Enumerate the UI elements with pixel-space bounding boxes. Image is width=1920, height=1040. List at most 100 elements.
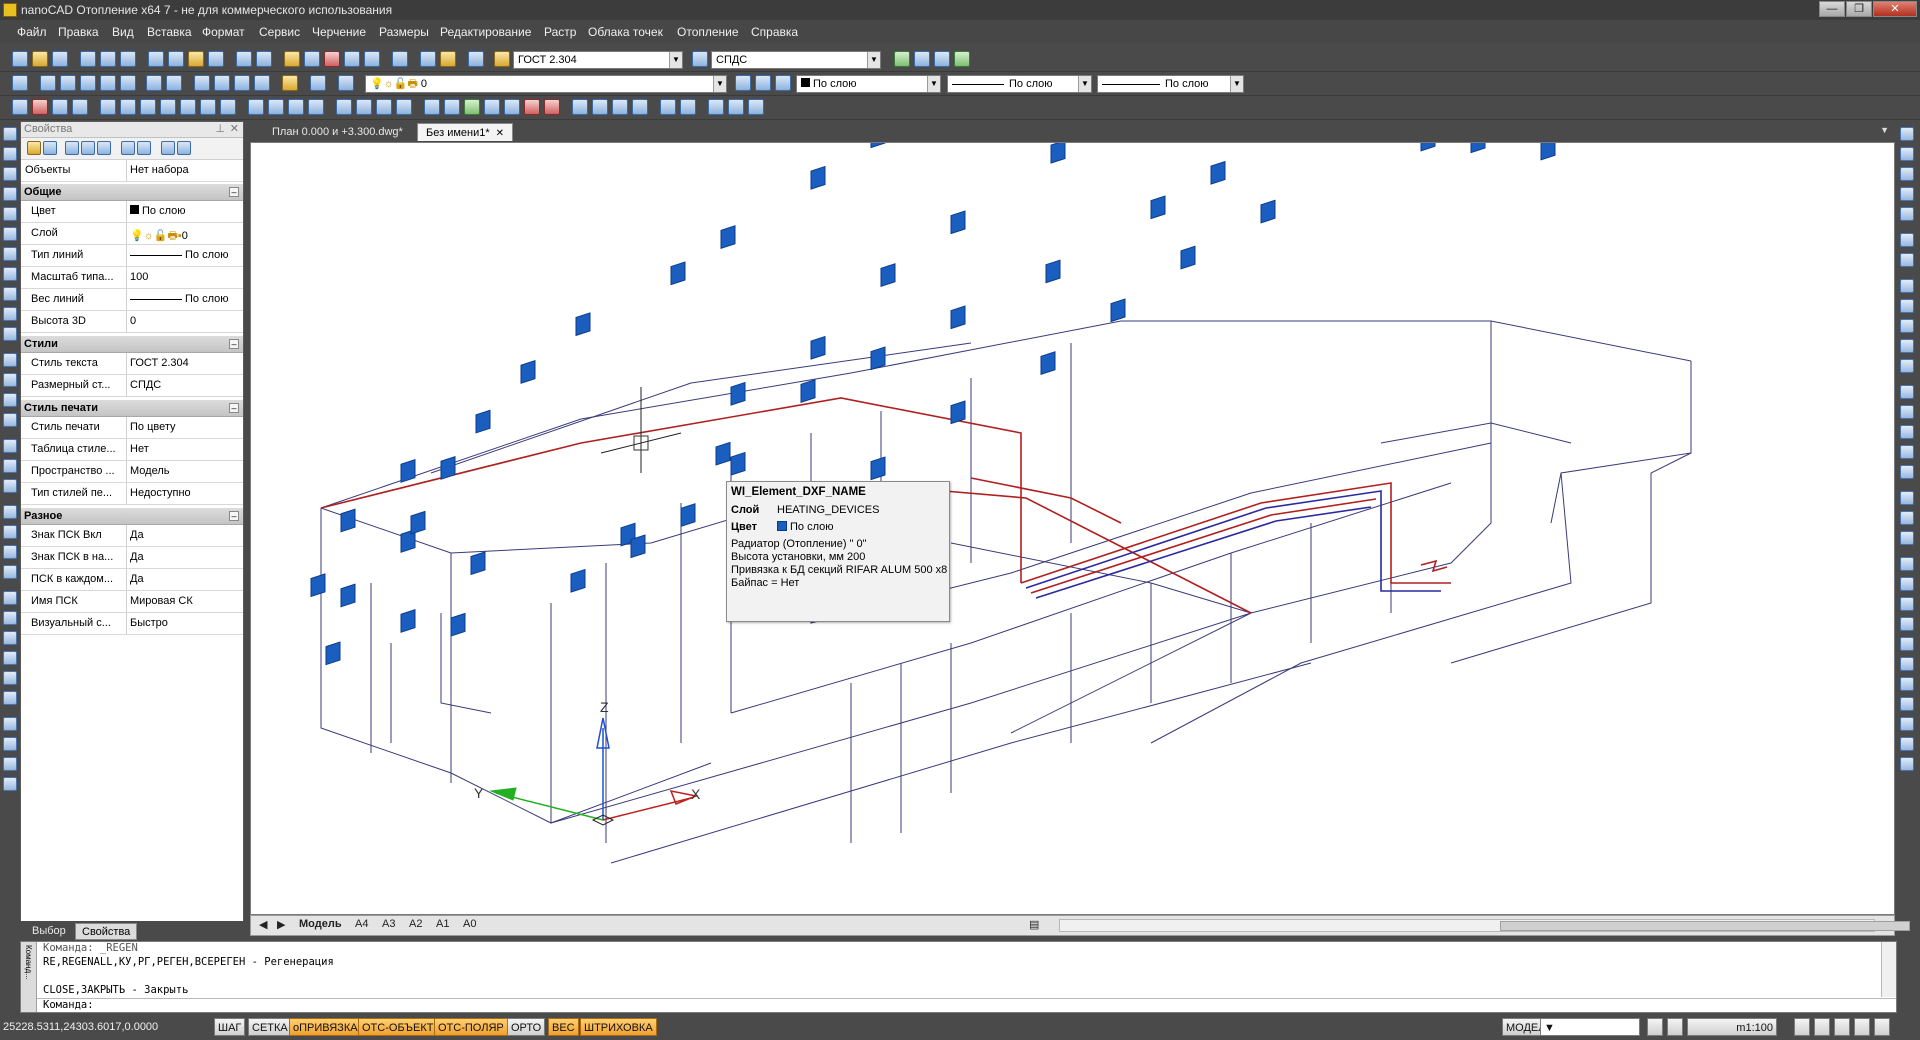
menu-format[interactable]: Формат — [202, 25, 245, 39]
scale-select[interactable]: m1:100 — [1687, 1018, 1777, 1036]
heating-table-icon[interactable] — [592, 99, 608, 115]
erase-icon[interactable] — [1900, 127, 1914, 141]
mirror-icon[interactable] — [1900, 167, 1914, 181]
snap-nearest-icon[interactable] — [254, 75, 270, 91]
text-style-icon[interactable] — [494, 51, 510, 67]
snap-insert-icon[interactable] — [194, 75, 210, 91]
menu-dimensions[interactable]: Размеры — [379, 25, 429, 39]
layer-previous-icon[interactable] — [735, 75, 751, 91]
status-orbit-icon[interactable] — [1834, 1018, 1850, 1036]
radiator-symbol[interactable] — [670, 261, 686, 286]
pin-icon[interactable]: ⊥ — [215, 122, 225, 137]
radiator-symbol[interactable] — [950, 400, 966, 425]
radiator-symbol[interactable] — [410, 510, 426, 535]
select-objects-icon[interactable] — [27, 141, 41, 155]
toggle-otrack[interactable]: ОТС-ОБЪЕКТ — [358, 1018, 438, 1036]
zoom-extents-icon[interactable] — [344, 51, 360, 67]
drawing-svg[interactable]: Z Y X — [251, 143, 1895, 915]
radiator-symbol[interactable] — [310, 573, 326, 598]
prop-ucs-origin[interactable]: Знак ПСК в на... Да — [21, 547, 243, 569]
heating-pump-icon[interactable] — [120, 99, 136, 115]
maximize-button[interactable]: ❐ — [1846, 1, 1872, 17]
3d-shade-icon[interactable] — [1900, 597, 1914, 611]
publish-icon[interactable] — [120, 51, 136, 67]
zoom-realtime-icon[interactable] — [304, 51, 320, 67]
radiator-symbol[interactable] — [325, 641, 341, 666]
wedge-icon[interactable] — [3, 611, 17, 625]
next-layout-icon[interactable]: ▶ — [277, 918, 285, 931]
preview-icon[interactable] — [100, 51, 116, 67]
cylinder-icon[interactable] — [3, 671, 17, 685]
menu-raster[interactable]: Растр — [544, 25, 576, 39]
dim-style-select[interactable]: СПДС ▼ — [711, 51, 881, 69]
edit-pline-icon[interactable] — [1900, 491, 1914, 505]
drawing-canvas[interactable]: Z Y X — [250, 142, 1895, 915]
scroll-thumb[interactable] — [1500, 921, 1910, 931]
box-icon[interactable] — [3, 591, 17, 605]
insert-block-icon[interactable] — [3, 353, 17, 367]
command-input[interactable]: Команда: — [37, 998, 1896, 1012]
trim-icon[interactable] — [1900, 339, 1914, 353]
torus-icon[interactable] — [3, 691, 17, 705]
command-window-handle[interactable]: Команд... — [21, 942, 37, 1012]
3d-sw-icon[interactable] — [1900, 757, 1914, 771]
array-icon[interactable] — [1900, 207, 1914, 221]
lineweight-select[interactable]: По слою ▼ — [1097, 75, 1244, 93]
extrude-icon[interactable] — [3, 717, 17, 731]
radiator-symbol[interactable] — [800, 379, 816, 403]
3d-front-icon[interactable] — [1900, 677, 1914, 691]
command-scrollbar[interactable] — [1881, 942, 1896, 997]
heating-return-icon[interactable] — [288, 99, 304, 115]
heating-info-icon[interactable] — [708, 99, 724, 115]
menu-insert[interactable]: Вставка — [147, 25, 192, 39]
heating-t1-icon[interactable] — [524, 99, 540, 115]
horizontal-scrollbar[interactable] — [1059, 919, 1910, 932]
status-fullscreen-icon[interactable] — [1854, 1018, 1870, 1036]
paste-icon[interactable] — [188, 51, 204, 67]
heating-disconnect-icon[interactable] — [444, 99, 460, 115]
open-file-icon[interactable] — [32, 51, 48, 67]
filter-icon[interactable] — [65, 141, 79, 155]
lock-icon[interactable] — [1647, 1018, 1663, 1036]
snap-intersection-icon[interactable] — [146, 75, 162, 91]
radiator-symbol[interactable] — [950, 210, 966, 235]
objects-row[interactable]: Объекты Нет набора — [21, 160, 243, 182]
panel-close-icon[interactable]: ✕ — [230, 122, 239, 137]
tab-a2[interactable]: A2 — [409, 918, 422, 930]
import-icon[interactable] — [137, 141, 151, 155]
prop-plot-type[interactable]: Тип стилей пе... Недоступно — [21, 483, 243, 505]
snap-none-icon[interactable] — [310, 75, 326, 91]
block-icon[interactable] — [914, 51, 930, 67]
section-plot-style[interactable]: Стиль печати – — [21, 400, 243, 417]
named-views-icon[interactable] — [392, 51, 408, 67]
menu-draw[interactable]: Черчение — [312, 25, 366, 39]
layout-menu-icon[interactable]: ▤ — [1029, 918, 1039, 931]
heating-floors-icon[interactable] — [72, 99, 88, 115]
zoom-window-icon[interactable] — [324, 51, 340, 67]
radiator-symbol[interactable] — [715, 441, 731, 466]
region-icon[interactable] — [3, 439, 17, 453]
radiator-symbol[interactable] — [520, 360, 536, 384]
offset-icon[interactable] — [1900, 187, 1914, 201]
radiator-symbol[interactable] — [575, 312, 591, 337]
polyline-icon[interactable] — [3, 167, 17, 181]
radiator-symbol[interactable] — [1540, 143, 1556, 161]
heating-collector-icon[interactable] — [140, 99, 156, 115]
tab-untitled[interactable]: Без имени1* ✕ — [417, 123, 514, 141]
heating-pipe-icon[interactable] — [268, 99, 284, 115]
match-properties-icon[interactable] — [208, 51, 224, 67]
funnel-icon[interactable] — [97, 141, 111, 155]
slice-icon[interactable] — [3, 757, 17, 771]
3d-back-icon[interactable] — [1900, 717, 1914, 731]
annotation-icon[interactable] — [1667, 1018, 1683, 1036]
zoom-previous-icon[interactable] — [364, 51, 380, 67]
section-icon[interactable] — [3, 777, 17, 791]
prop-ucs-on[interactable]: Знак ПСК Вкл Да — [21, 525, 243, 547]
radiator-symbol[interactable] — [440, 456, 456, 480]
radiator-symbol[interactable] — [570, 568, 586, 593]
prop-thickness[interactable]: Высота 3D 0 — [21, 311, 243, 333]
tab-model[interactable]: Модель — [299, 918, 342, 930]
ellipse-icon[interactable] — [3, 307, 17, 321]
prop-space[interactable]: Пространство ... Модель — [21, 461, 243, 483]
3d-iso-icon[interactable] — [1900, 637, 1914, 651]
